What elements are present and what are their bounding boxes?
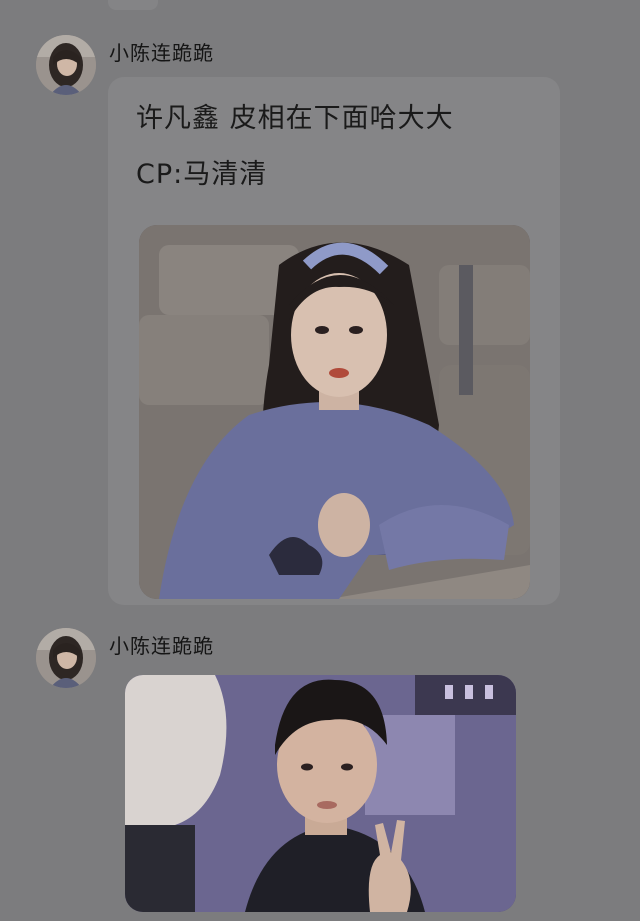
message-text-line: 许凡鑫 皮相在下面哈大大 [136, 103, 454, 134]
avatar-image [36, 35, 96, 95]
sender-nickname: 小陈连跪跪 [109, 41, 214, 65]
previous-message-edge [108, 0, 158, 10]
sender-nickname: 小陈连跪跪 [109, 634, 214, 658]
avatar[interactable] [36, 35, 96, 95]
avatar[interactable] [36, 628, 96, 688]
portrait-image [139, 225, 530, 599]
message-photo[interactable] [125, 675, 516, 912]
portrait-image [125, 675, 516, 912]
avatar-image [36, 628, 96, 688]
message-photo[interactable] [139, 225, 530, 599]
message-text-line: CP:马清清 [136, 159, 268, 190]
